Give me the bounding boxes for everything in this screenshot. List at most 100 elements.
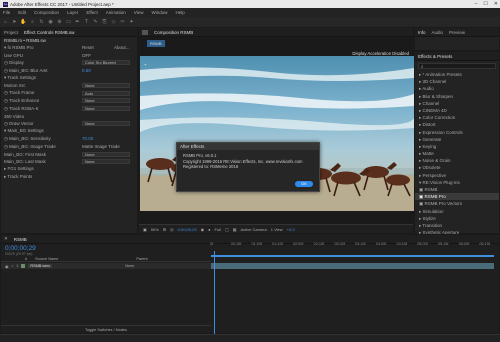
effect-category-item[interactable]: ▣ RSMB (415, 186, 499, 193)
effect-category-item[interactable]: ▸ Perspective (415, 172, 499, 179)
resolution-dropdown[interactable]: Full (214, 227, 220, 232)
tab-effect-controls[interactable]: Effect Controls RSMB.sw (24, 30, 74, 35)
pan-behind-icon[interactable]: ⊕ (56, 19, 63, 25)
effect-category-item[interactable]: ▸ Generate (415, 136, 499, 143)
effect-property-row[interactable]: ▾ Track Settings (4, 74, 137, 82)
hand-tool-icon[interactable]: ✋ (20, 19, 27, 25)
effect-category-item[interactable]: ▸ * Animation Presets (415, 71, 499, 78)
grid-icon[interactable]: ⊞ (163, 227, 166, 232)
effect-category-item[interactable]: ▸ Channel (415, 100, 499, 107)
effect-property-row[interactable]: ◷ Track Frame Auto (4, 90, 137, 98)
effect-property-row[interactable]: ◷ Display Color Src Blurred (4, 59, 137, 67)
column-source-name[interactable]: Source Name (35, 257, 58, 261)
effect-property-row[interactable]: 360 Video (4, 112, 137, 120)
camera-tool-icon[interactable]: ◉ (47, 19, 54, 25)
property-value[interactable]: Reset (82, 45, 94, 50)
work-area-bar[interactable] (211, 255, 494, 257)
effect-property-row[interactable]: ▸ Track Points (4, 173, 137, 181)
layer-bar[interactable] (211, 263, 494, 269)
effect-category-item[interactable]: ▸ Transition (415, 222, 499, 229)
rotate-tool-icon[interactable]: ↻ (38, 19, 45, 25)
tab-effects-presets[interactable]: Effects & Presets (418, 54, 452, 59)
visibility-eye-icon[interactable]: ◉ (5, 264, 8, 269)
effect-category-item[interactable]: ▸ Simulation (415, 208, 499, 215)
playhead[interactable] (214, 251, 215, 335)
effects-search-input[interactable]: ⌕ (418, 63, 496, 69)
layer-parent-dropdown[interactable]: None (125, 264, 134, 268)
effect-property-row[interactable]: Main_BG: First Mask None (4, 150, 137, 158)
property-dropdown[interactable]: None (82, 151, 130, 157)
transparency-grid-icon[interactable]: ▦ (233, 227, 237, 232)
home-icon[interactable]: ⌂ (2, 19, 9, 25)
menu-item-window[interactable]: Window (151, 10, 167, 15)
effect-category-item[interactable]: ▸ Stylize (415, 215, 499, 222)
column-parent[interactable]: Parent (136, 257, 147, 261)
tab-info[interactable]: Info (418, 30, 426, 35)
timeline-ruler[interactable]: 0f 00:15f 01:00f 01:15f 02:00f 02:15f 03:00f 03… (210, 242, 500, 249)
menu-item-animation[interactable]: Animation (106, 10, 126, 15)
layer-row[interactable]: ◉ ♪ 1 RSMB.wmv None (1, 263, 211, 269)
label-color-icon[interactable] (21, 264, 26, 268)
tab-preview[interactable]: Preview (449, 30, 465, 35)
property-dropdown[interactable]: None (82, 159, 130, 165)
type-tool-icon[interactable]: T (83, 19, 90, 25)
menu-item-edit[interactable]: Edit (18, 10, 26, 15)
property-value[interactable]: 0.50 (82, 68, 91, 73)
effect-property-row[interactable]: ◷ Main_BG: Blur Amt 0.50 (4, 67, 137, 75)
viewer-timecode[interactable]: 0;00;00;29 (178, 227, 197, 232)
region-icon[interactable]: ▢ (225, 227, 229, 232)
pen-tool-icon[interactable]: ✒ (74, 19, 81, 25)
puppet-tool-icon[interactable]: ✦ (128, 19, 135, 25)
property-dropdown[interactable]: Color Src Blurred (82, 60, 130, 66)
roto-brush-icon[interactable]: ✂ (119, 19, 126, 25)
effect-property-row[interactable]: ◷ Main_BG: Sensitivity 70.00 (4, 135, 137, 143)
comp-navigator-tab[interactable]: RSMB (147, 40, 165, 47)
effect-category-item[interactable]: ▣ RSMB Pro Vectors (415, 200, 499, 207)
menu-item-effect[interactable]: Effect (86, 10, 97, 15)
effect-property-row[interactable]: ◷ Track Enhance None (4, 97, 137, 105)
timeline-timecode[interactable]: 0;00;00;29 (5, 245, 36, 252)
property-dropdown[interactable]: None (82, 98, 130, 104)
shape-tool-icon[interactable]: ▭ (65, 19, 72, 25)
clone-stamp-icon[interactable]: ⎘ (101, 19, 108, 25)
effect-category-item[interactable]: ▸ Audio (415, 85, 499, 92)
menu-item-layer[interactable]: Layer (67, 10, 78, 15)
effect-category-item[interactable]: ▸ Obsolete (415, 164, 499, 171)
property-value[interactable]: 70.00 (82, 136, 93, 141)
eraser-tool-icon[interactable]: ◇ (110, 19, 117, 25)
effect-category-item[interactable]: ▸ 3D Channel (415, 78, 499, 85)
menu-item-view[interactable]: View (134, 10, 144, 15)
tab-audio[interactable]: Audio (432, 30, 444, 35)
menu-item-file[interactable]: File (3, 10, 10, 15)
effect-category-item[interactable]: ▸ Distort (415, 121, 499, 128)
effect-category-item[interactable]: ▸ Matte (415, 150, 499, 157)
effect-property-row[interactable]: Main_BG: Last Mask None (4, 158, 137, 166)
close-tab-icon[interactable]: ✕ (4, 236, 8, 242)
effect-property-row[interactable]: ◷ Draw Vector None (4, 120, 137, 128)
effect-category-item[interactable]: ▸ Expression Controls (415, 129, 499, 136)
always-preview-icon[interactable]: ▣ (143, 227, 147, 232)
effect-property-row[interactable]: Use GPU OFF (4, 52, 137, 60)
camera-view-dropdown[interactable]: Active Camera (241, 227, 267, 232)
property-dropdown[interactable]: Auto (82, 90, 130, 96)
effect-property-row[interactable]: ◷ Main_BG: Image Trade Matte Image Trade (4, 143, 137, 151)
effect-category-item[interactable]: ▸ CINEMA 4D (415, 107, 499, 114)
brush-tool-icon[interactable]: ✎ (92, 19, 99, 25)
effect-category-item[interactable]: ▣ RSMB Pro (415, 193, 499, 201)
effect-property-row[interactable]: ▾ fx RSMB Pro Reset About... (4, 44, 137, 52)
exposure-value[interactable]: +0.0 (287, 227, 295, 232)
toggle-switches-modes[interactable]: Toggle Switches / Modes (1, 325, 211, 333)
tab-composition[interactable]: Composition RSMB (154, 30, 193, 35)
menu-item-composition[interactable]: Composition (34, 10, 59, 15)
minimize-icon[interactable]: – (475, 1, 478, 7)
property-value[interactable]: Matte Image Trade (82, 144, 120, 149)
ok-button[interactable]: OK (295, 181, 313, 187)
effect-category-item[interactable]: ▾ RE:Vision Plug-ins (415, 179, 499, 186)
effect-property-row[interactable]: Motion Src None (4, 82, 137, 90)
zoom-tool-icon[interactable]: ⌕ (29, 19, 36, 25)
view-layout-dropdown[interactable]: 1 View (271, 227, 283, 232)
effect-property-row[interactable]: ◷ Track RGBA-K None (4, 105, 137, 113)
maximize-icon[interactable]: ☐ (483, 1, 487, 7)
snapshot-icon[interactable]: ◎ (170, 227, 174, 232)
effect-category-item[interactable]: ▸ Noise & Grain (415, 157, 499, 164)
